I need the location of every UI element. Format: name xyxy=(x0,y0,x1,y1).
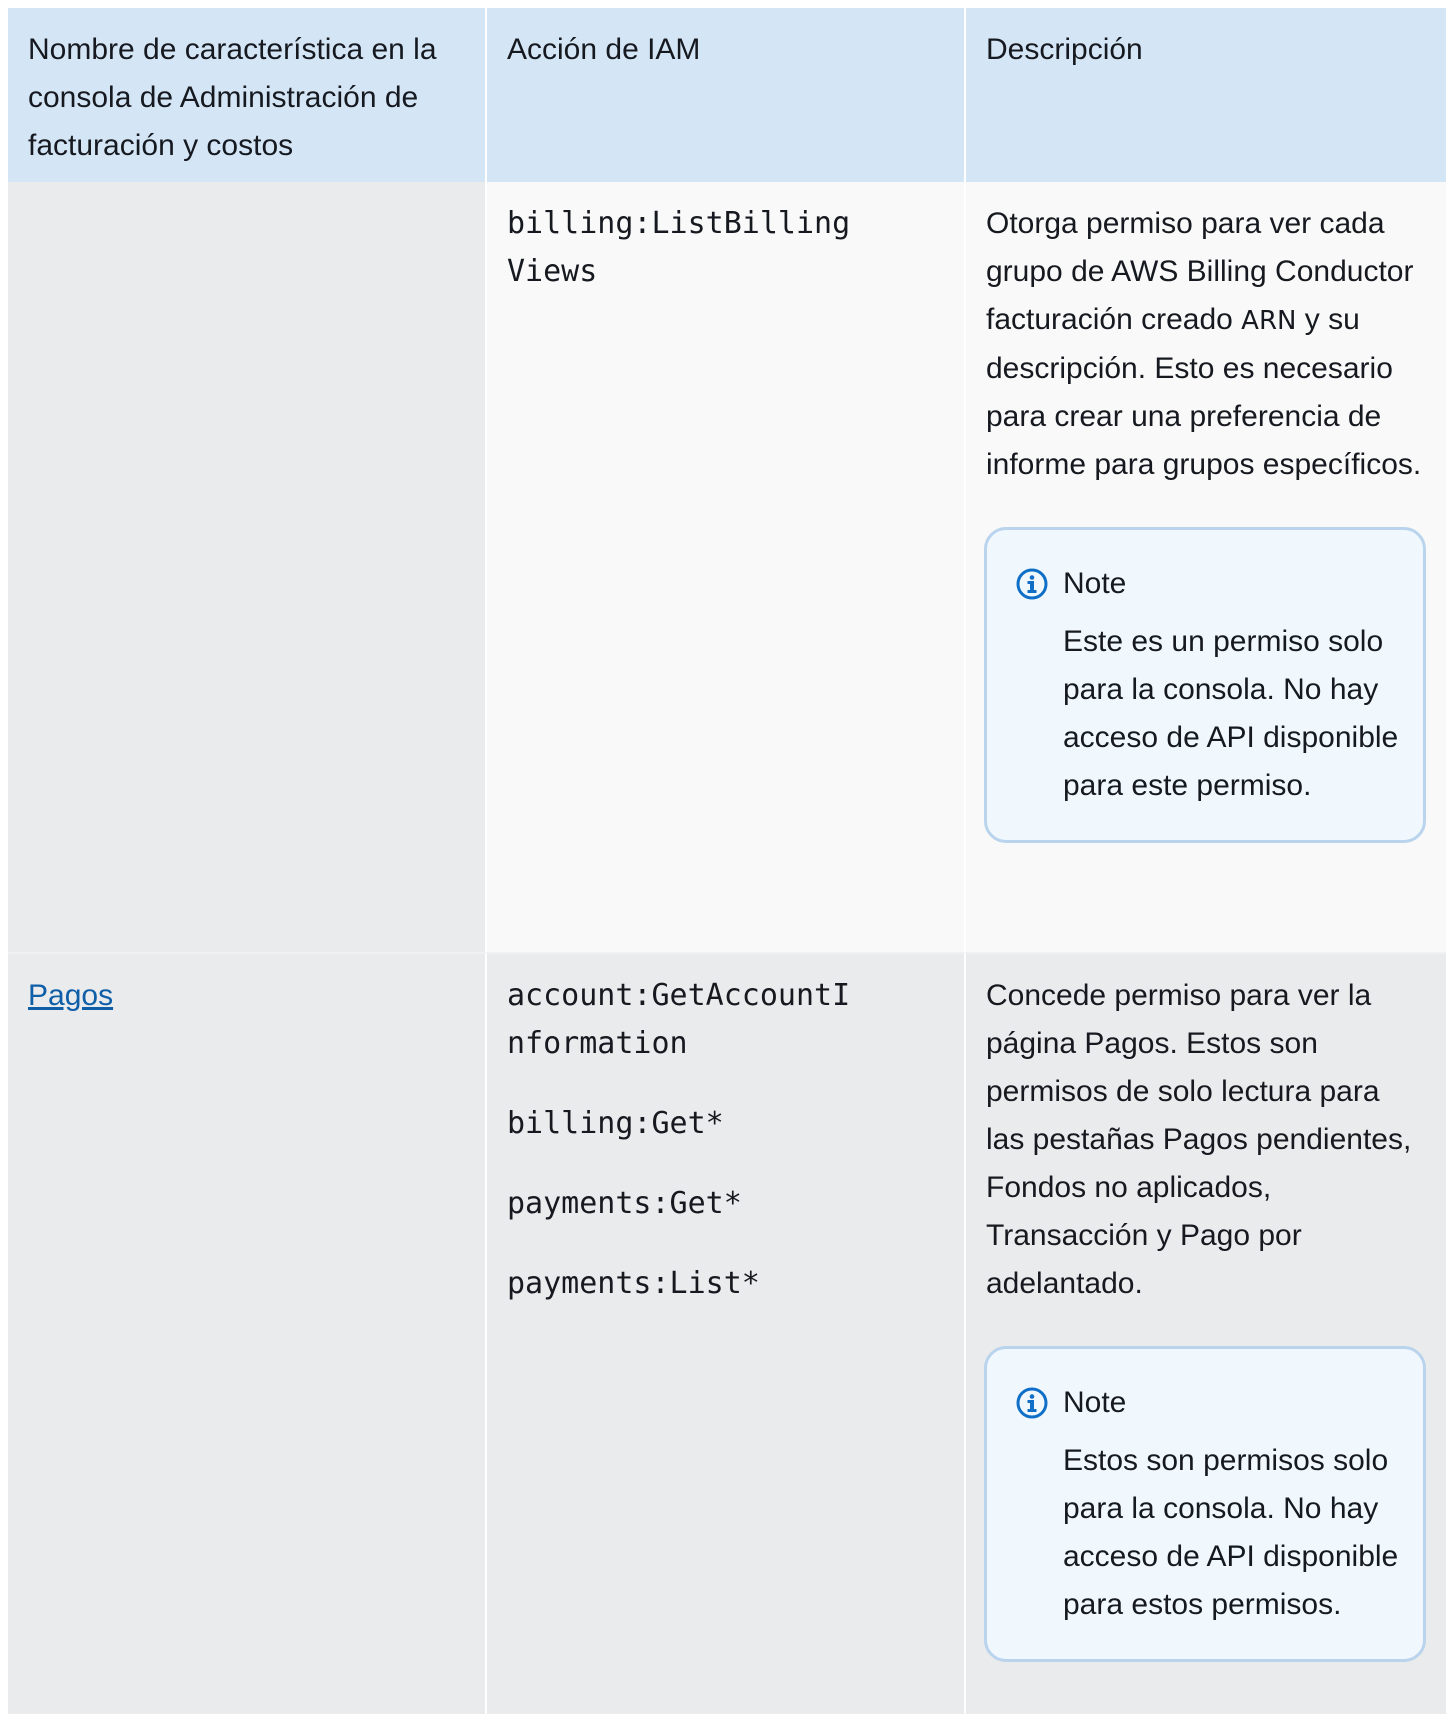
note-body: Este es un permiso solo para la consola.… xyxy=(1063,625,1399,802)
note-box: Note Este es un permiso solo para la con… xyxy=(984,527,1426,843)
note-body: Estos son permisos solo para la consola.… xyxy=(1063,1444,1399,1621)
table-row-1-feature xyxy=(8,182,485,952)
table-row-2-description: Concede permiso para ver la página Pagos… xyxy=(964,952,1446,1714)
note-title: Note xyxy=(1063,1386,1127,1419)
table-row-1-actions: billing:ListBillingViews xyxy=(485,182,964,952)
iam-action: payments:List* xyxy=(507,1266,760,1301)
note-header: Note xyxy=(1015,1379,1403,1427)
info-icon xyxy=(1016,1387,1048,1419)
note-box: Note Estos son permisos solo para la con… xyxy=(984,1346,1426,1662)
header-iam-action: Acción de IAM xyxy=(485,8,964,182)
table-row-2-feature: Pagos xyxy=(8,952,485,1714)
header-description: Descripción xyxy=(964,8,1446,182)
table-row-1-description: Otorga permiso para ver cada grupo de AW… xyxy=(964,182,1446,952)
permissions-table: Nombre de característica en la consola d… xyxy=(8,8,1446,1714)
iam-action: billing:Get* xyxy=(507,1106,724,1141)
info-icon xyxy=(1016,568,1048,600)
arn-term: ARN xyxy=(1241,306,1297,336)
header-feature-name: Nombre de característica en la consola d… xyxy=(8,8,485,182)
iam-action: payments:Get* xyxy=(507,1186,742,1221)
iam-action: billing:ListBillingViews xyxy=(507,206,851,289)
table-row-2-actions: account:GetAccountInformation billing:Ge… xyxy=(485,952,964,1714)
note-title: Note xyxy=(1063,567,1127,600)
pagos-link[interactable]: Pagos xyxy=(28,979,113,1012)
iam-action: account:GetAccountInformation xyxy=(507,978,851,1061)
note-header: Note xyxy=(1015,560,1403,608)
description-text: Concede permiso para ver la página Pagos… xyxy=(986,979,1412,1300)
description-text: Otorga permiso para ver cada grupo de AW… xyxy=(986,200,1426,489)
